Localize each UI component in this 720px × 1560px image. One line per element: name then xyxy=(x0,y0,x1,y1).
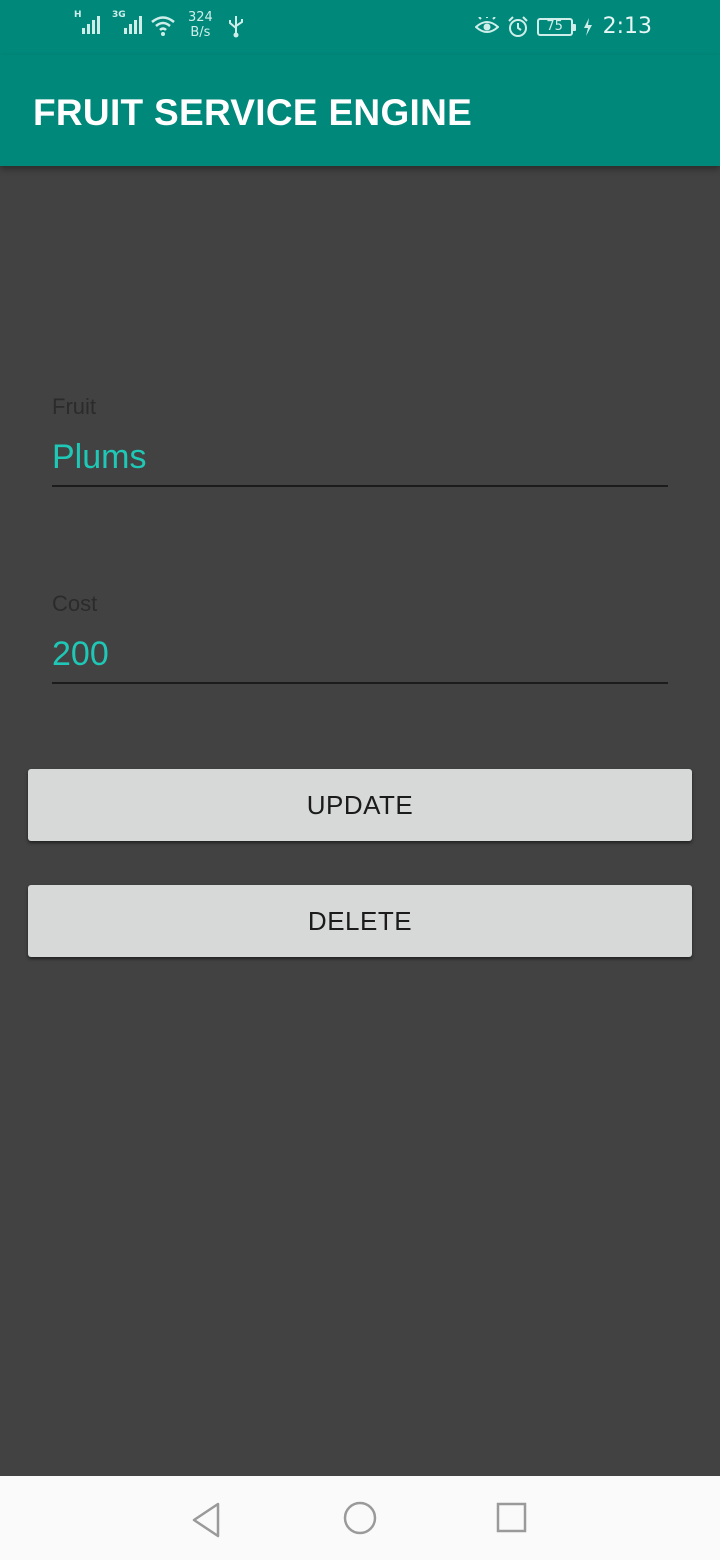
signal-1: H xyxy=(74,10,104,38)
navigation-bar xyxy=(0,1476,720,1560)
cost-field: Cost xyxy=(52,591,668,684)
recents-icon[interactable] xyxy=(492,1500,532,1540)
signal-icon xyxy=(124,16,142,34)
eye-icon xyxy=(474,16,499,33)
app-title: FRUIT SERVICE ENGINE xyxy=(33,92,473,133)
fruit-field: Fruit xyxy=(52,394,668,487)
cost-label: Cost xyxy=(52,591,98,616)
charging-icon xyxy=(583,17,592,36)
signal-2: 3G xyxy=(112,10,142,38)
usb-icon xyxy=(228,16,243,38)
status-right: 75 2:13 xyxy=(474,14,652,39)
net-speed-unit: B/s xyxy=(190,25,211,40)
net-speed-value: 324 xyxy=(188,10,213,25)
fruit-input[interactable] xyxy=(52,438,668,477)
fruit-underline xyxy=(52,485,668,487)
back-icon[interactable] xyxy=(186,1500,226,1540)
status-bar: H 3G 324 B/s 75 2:13 xyxy=(0,0,720,55)
alarm-icon xyxy=(507,15,528,37)
clock: 2:13 xyxy=(602,14,652,39)
status-left: H 3G 324 B/s xyxy=(74,10,245,40)
app-bar: FRUIT SERVICE ENGINE xyxy=(0,55,720,166)
signal-1-label: H xyxy=(74,10,82,20)
delete-button[interactable]: DELETE xyxy=(28,885,692,957)
update-button[interactable]: UPDATE xyxy=(28,769,692,841)
battery-level: 75 xyxy=(546,18,563,34)
wifi-icon xyxy=(151,16,175,36)
battery-icon: 75 xyxy=(536,17,576,36)
home-icon[interactable] xyxy=(340,1500,380,1540)
signal-icon xyxy=(82,16,100,34)
cost-input[interactable] xyxy=(52,635,668,674)
fruit-label: Fruit xyxy=(52,394,96,419)
cost-underline xyxy=(52,682,668,684)
net-speed: 324 B/s xyxy=(188,10,213,40)
